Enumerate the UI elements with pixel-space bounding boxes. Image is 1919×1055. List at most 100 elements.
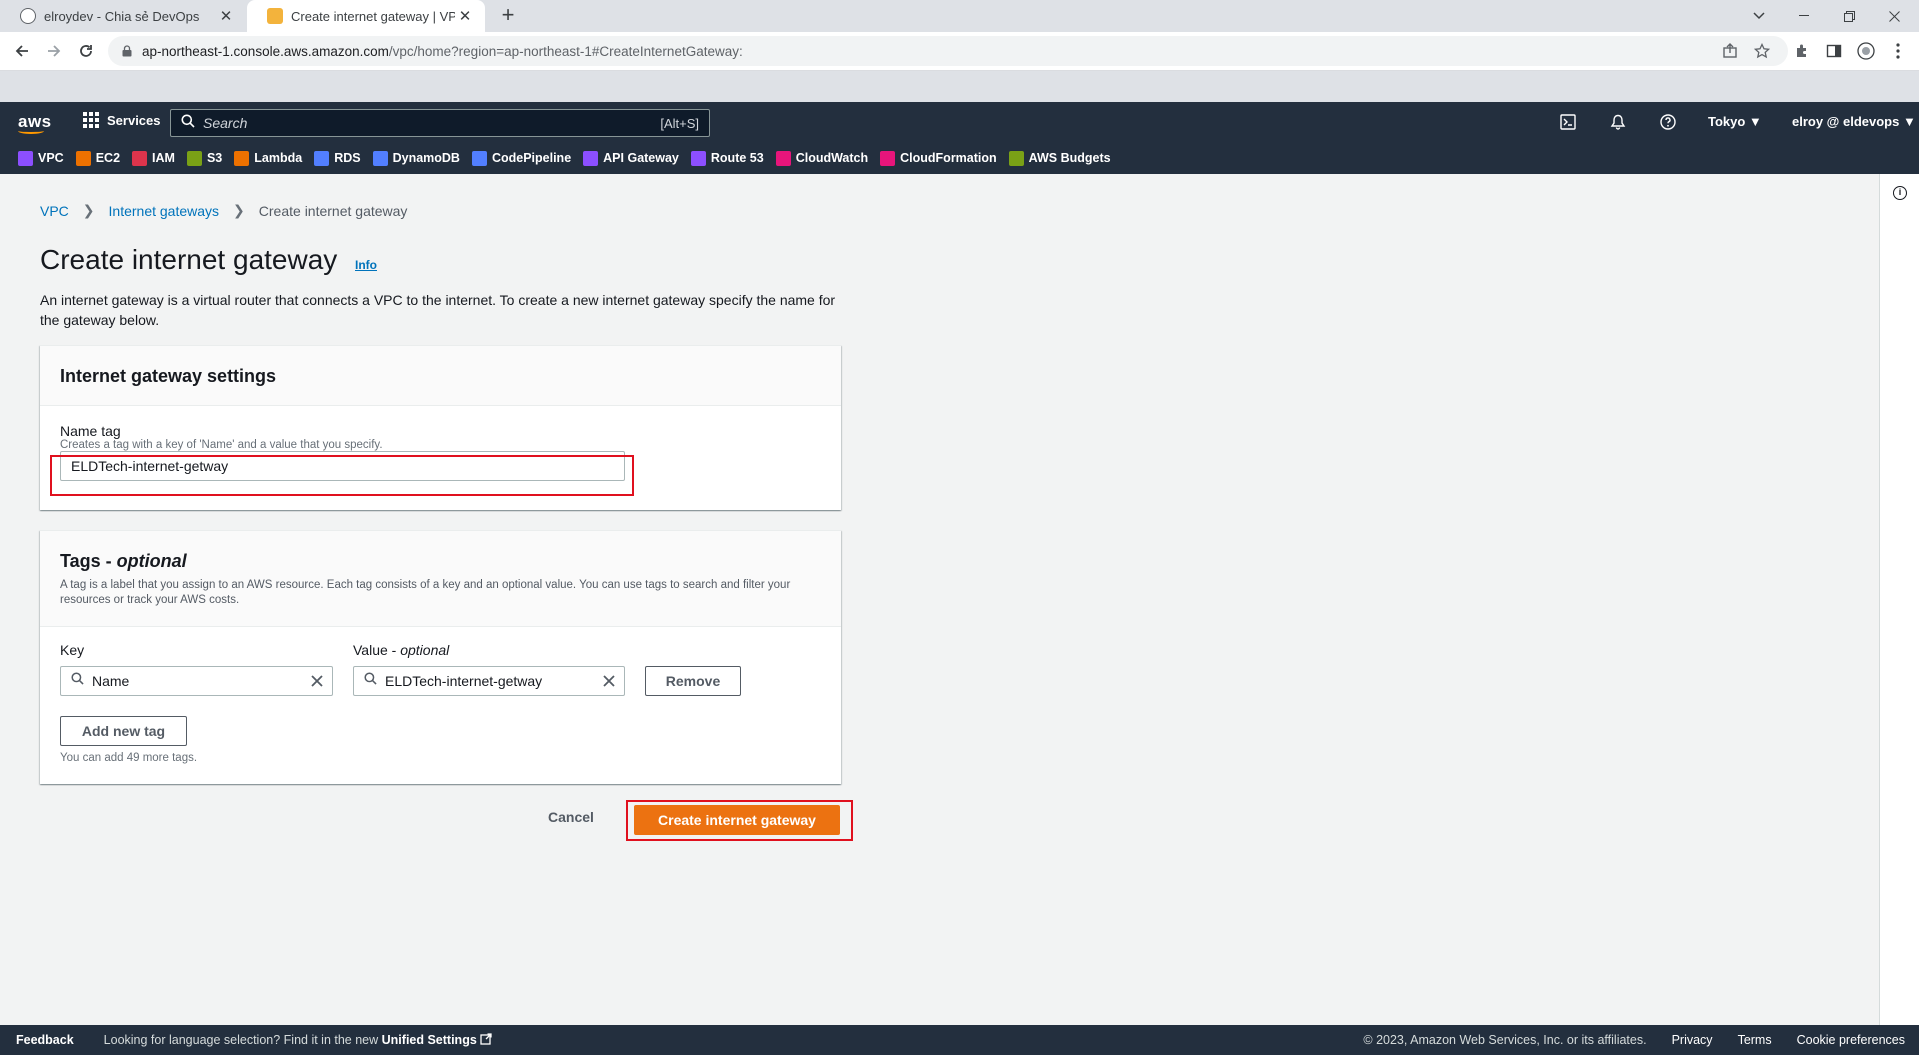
add-new-tag-button[interactable]: Add new tag — [60, 716, 187, 746]
cancel-button[interactable]: Cancel — [548, 809, 594, 825]
unified-settings-link[interactable]: Unified Settings — [382, 1033, 477, 1047]
page-description: An internet gateway is a virtual router … — [40, 292, 836, 328]
remove-tag-button[interactable]: Remove — [645, 666, 741, 696]
panel-header: Tags - optional A tag is a label that yo… — [40, 531, 841, 627]
tag-value-input[interactable] — [385, 673, 594, 689]
highlight-create-button-box — [626, 800, 853, 841]
profile-avatar-icon[interactable] — [1856, 41, 1876, 61]
panel-heading: Tags - optional — [60, 551, 821, 572]
service-icon — [880, 150, 896, 166]
tags-description: A tag is a label that you assign to an A… — [60, 579, 791, 606]
favorite-ec2[interactable]: EC2 — [75, 150, 120, 166]
search-shortcut-hint: [Alt+S] — [660, 115, 699, 131]
service-icon — [18, 150, 33, 166]
clear-value-icon[interactable] — [594, 675, 624, 687]
service-icon — [234, 150, 250, 166]
tab-search-icon[interactable] — [1737, 0, 1781, 32]
footer-links: © 2023, Amazon Web Services, Inc. or its… — [1363, 1033, 1919, 1047]
aws-search-box[interactable]: [Alt+S] — [170, 109, 710, 137]
terms-link[interactable]: Terms — [1738, 1033, 1772, 1047]
browser-tab-strip: elroydev - Chia sẻ DevOps ✕ Create inter… — [0, 0, 1919, 32]
url-host: ap-northeast-1.console.aws.amazon.com — [142, 43, 389, 59]
favorite-codepipeline[interactable]: CodePipeline — [471, 150, 571, 166]
address-bar[interactable]: ap-northeast-1.console.aws.amazon.com/vp… — [108, 36, 1788, 66]
favorite-label: DynamoDB — [392, 151, 460, 165]
favorite-iam[interactable]: IAM — [132, 150, 175, 166]
breadcrumb-current: Create internet gateway — [258, 202, 408, 219]
aws-logo[interactable]: aws — [18, 112, 52, 134]
feedback-link[interactable]: Feedback — [16, 1033, 74, 1047]
name-tag-hint: Creates a tag with a key of 'Name' and a… — [60, 439, 383, 451]
favorite-dynamodb[interactable]: DynamoDB — [372, 150, 460, 166]
breadcrumb-vpc[interactable]: VPC — [40, 203, 69, 219]
restore-icon[interactable] — [1827, 0, 1871, 32]
cloudshell-icon[interactable] — [1558, 112, 1578, 132]
favorite-label: IAM — [152, 151, 175, 165]
service-icon — [75, 150, 91, 166]
value-label-optional: optional — [400, 642, 450, 658]
external-link-icon — [480, 1033, 492, 1047]
new-tab-icon[interactable]: + — [496, 4, 520, 28]
breadcrumb-internet-gateways[interactable]: Internet gateways — [109, 203, 220, 219]
share-icon[interactable] — [1720, 41, 1740, 61]
service-icon — [186, 150, 202, 166]
forward-icon[interactable] — [42, 39, 66, 63]
tag-value-field[interactable] — [353, 666, 625, 696]
favorite-lambda[interactable]: Lambda — [234, 150, 303, 166]
back-icon[interactable] — [10, 39, 34, 63]
extensions-icon[interactable] — [1792, 41, 1812, 61]
close-tab-icon[interactable]: ✕ — [216, 7, 236, 25]
service-icon — [132, 150, 148, 166]
close-window-icon[interactable] — [1872, 0, 1916, 32]
bookmark-star-icon[interactable] — [1752, 41, 1772, 61]
region-selector[interactable]: Tokyo ▼ — [1708, 114, 1762, 129]
favorite-rds[interactable]: RDS — [314, 150, 361, 166]
favorite-s3[interactable]: S3 — [186, 150, 222, 166]
privacy-link[interactable]: Privacy — [1672, 1033, 1713, 1047]
favorites-bar: VPC EC2 IAM S3 Lambda RDS DynamoDB CodePipeline… — [0, 142, 1919, 174]
services-menu-button[interactable]: Services — [83, 112, 161, 128]
clear-key-icon[interactable] — [302, 675, 332, 687]
aws-top-nav: aws Services [Alt+S] — [0, 102, 1919, 142]
tag-key-input[interactable] — [92, 673, 302, 689]
service-icon — [583, 150, 599, 166]
favorite-route-53[interactable]: Route 53 — [690, 150, 764, 166]
favorite-cloudformation[interactable]: CloudFormation — [880, 150, 997, 166]
info-panel-icon[interactable]: i — [1893, 186, 1907, 200]
service-icon — [690, 150, 706, 166]
tag-key-field[interactable] — [60, 666, 333, 696]
side-panel-icon[interactable] — [1824, 41, 1844, 61]
service-icon — [471, 150, 487, 166]
search-input[interactable] — [203, 115, 661, 131]
favorite-vpc[interactable]: VPC — [18, 150, 64, 166]
language-notice: Looking for language selection? Find it … — [104, 1033, 493, 1047]
info-link[interactable]: Info — [355, 258, 377, 272]
site-favicon-icon — [20, 8, 36, 24]
page-title: Create internet gateway — [40, 244, 338, 275]
breadcrumb: VPC ❯ Internet gateways ❯ Create interne… — [40, 202, 407, 219]
value-label-text: Value - — [353, 642, 401, 658]
panel-header: Internet gateway settings — [40, 346, 841, 406]
help-icon[interactable] — [1658, 112, 1678, 132]
close-tab-icon[interactable]: ✕ — [455, 7, 475, 25]
tools-panel-rail: i — [1879, 174, 1919, 1025]
url-path: /vpc/home?region=ap-northeast-1#CreateIn… — [388, 43, 743, 59]
browser-tab-elroydev[interactable]: elroydev - Chia sẻ DevOps ✕ — [0, 0, 246, 32]
cookie-preferences-link[interactable]: Cookie preferences — [1797, 1033, 1905, 1047]
account-menu[interactable]: elroy @ eldevops ▼ — [1792, 114, 1916, 129]
lock-icon[interactable] — [122, 45, 132, 57]
favorite-aws-budgets[interactable]: AWS Budgets — [1008, 150, 1111, 166]
favorite-label: VPC — [38, 151, 64, 165]
language-notice-text: Looking for language selection? Find it … — [103, 1033, 382, 1047]
favorite-cloudwatch[interactable]: CloudWatch — [775, 150, 868, 166]
browser-menu-icon[interactable] — [1888, 41, 1908, 61]
browser-tab-create-igw[interactable]: Create internet gateway | VPC Ma ✕ — [247, 0, 485, 32]
notifications-bell-icon[interactable] — [1608, 112, 1628, 132]
search-icon — [181, 114, 195, 133]
tab-title: elroydev - Chia sẻ DevOps — [44, 8, 200, 24]
favorite-label: Lambda — [254, 151, 303, 165]
reload-icon[interactable] — [74, 39, 98, 63]
favorite-label: CloudFormation — [900, 151, 997, 165]
favorite-api-gateway[interactable]: API Gateway — [583, 150, 679, 166]
minimize-icon[interactable] — [1782, 0, 1826, 32]
